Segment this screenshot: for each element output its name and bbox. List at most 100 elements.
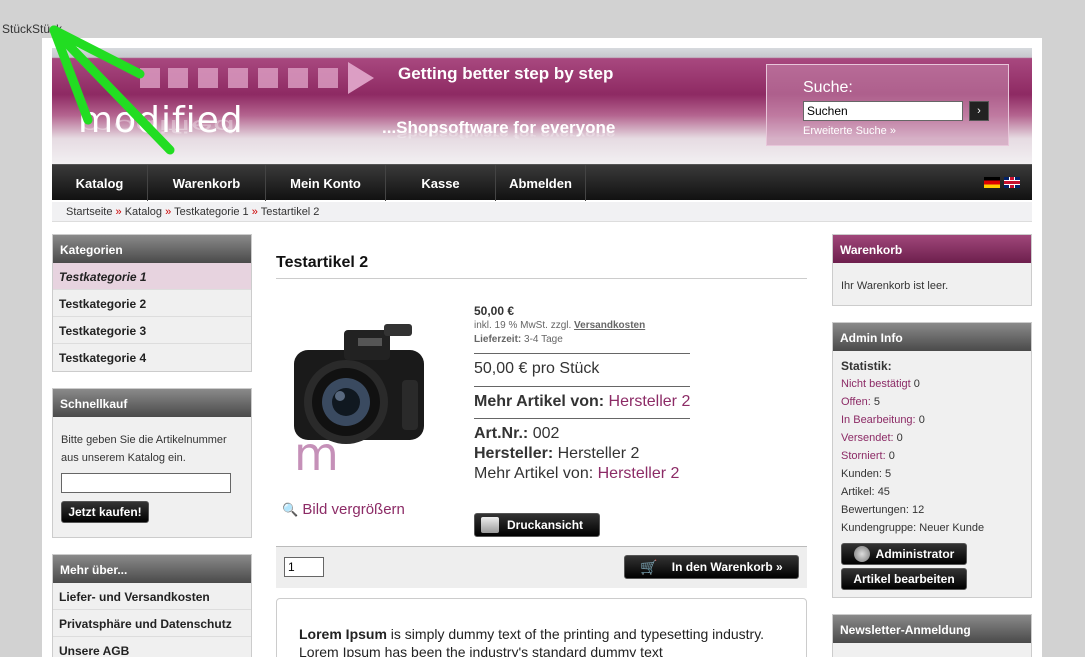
nav-warenkorb[interactable]: Warenkorb xyxy=(148,165,266,201)
category-item[interactable]: Testkategorie 3 xyxy=(53,317,251,344)
more-from-manufacturer: Mehr Artikel von: Hersteller 2 xyxy=(474,393,690,411)
nav-abmelden[interactable]: Abmelden xyxy=(496,165,586,201)
english-flag-icon[interactable] xyxy=(1004,177,1020,188)
stat-value: 5 xyxy=(885,468,892,480)
quantity-input[interactable] xyxy=(284,557,324,577)
german-flag-icon[interactable] xyxy=(984,177,1000,188)
admin-info-box: Admin Info Statistik: Nicht bestätigt 0 … xyxy=(832,322,1032,598)
print-icon xyxy=(481,517,499,533)
decor-square xyxy=(288,68,308,88)
stat-row: Kunden: 5 xyxy=(841,465,1023,483)
price-per-piece: 50,00 € pro Stück xyxy=(474,360,600,377)
quickbuy-box: Schnellkauf Bitte geben Sie die Artikeln… xyxy=(52,388,252,538)
advanced-search-link[interactable]: Erweiterte Suche » xyxy=(803,125,896,137)
search-box: Suche: › Erweiterte Suche » xyxy=(766,64,1009,146)
tax-info: inkl. 19 % MwSt. zzgl. Versandkosten xyxy=(474,320,645,331)
breadcrumb-category[interactable]: Testkategorie 1 xyxy=(174,206,249,218)
stat-row: Bewertungen: 12 xyxy=(841,501,1023,519)
breadcrumb-separator: » xyxy=(115,206,122,218)
product-title: Testartikel 2 xyxy=(276,254,369,271)
breadcrumb-catalog[interactable]: Katalog xyxy=(125,206,162,218)
stat-link[interactable]: Storniert: xyxy=(841,450,886,462)
manufacturer-info: Hersteller: Hersteller 2 xyxy=(474,445,639,463)
stat-row: Versendet: 0 xyxy=(841,429,1023,447)
manufacturer-name: Hersteller 2 xyxy=(557,445,640,462)
categories-box: Kategorien Testkategorie 1 Testkategorie… xyxy=(52,234,252,372)
article-number-input[interactable] xyxy=(61,473,231,493)
stat-link[interactable]: Offen: xyxy=(841,396,871,408)
breadcrumb-home[interactable]: Startseite xyxy=(66,206,112,218)
quickbuy-text: Bitte geben Sie die Artikelnummer aus un… xyxy=(61,434,227,464)
stat-value: 12 xyxy=(911,504,925,516)
nav-kasse[interactable]: Kasse xyxy=(386,165,496,201)
stat-row: Offen: 5 xyxy=(841,393,1023,411)
stat-row: Nicht bestätigt 0 xyxy=(841,375,1023,393)
administrator-button[interactable]: Administrator xyxy=(841,543,967,565)
more-label-2: Mehr Artikel von: xyxy=(474,465,594,482)
manufacturer-link-2[interactable]: Hersteller 2 xyxy=(598,465,680,482)
stat-value: 45 xyxy=(877,486,890,498)
category-item[interactable]: Testkategorie 2 xyxy=(53,290,251,317)
description-bold: Lorem Ipsum xyxy=(299,626,387,642)
article-number: Art.Nr.: 002 xyxy=(474,425,559,443)
info-link-privacy[interactable]: Privatsphäre und Datenschutz xyxy=(53,610,251,637)
categories-title: Kategorien xyxy=(53,235,251,263)
admin-info-title: Admin Info xyxy=(833,323,1031,351)
stat-link[interactable]: Nicht bestätigt xyxy=(841,378,911,390)
stat-value: 5 xyxy=(873,396,880,408)
breadcrumb-separator: » xyxy=(251,206,258,218)
product-description: Lorem Ipsum is simply dummy text of the … xyxy=(276,598,807,657)
more-from-manufacturer-2: Mehr Artikel von: Hersteller 2 xyxy=(474,465,679,483)
tagline-reflection: ...Shopsoftware for everyone xyxy=(382,128,616,140)
administrator-label: Administrator xyxy=(875,547,955,561)
quickbuy-title: Schnellkauf xyxy=(53,389,251,417)
cart-empty-text: Ihr Warenkorb ist leer. xyxy=(841,280,949,292)
stat-value: 0 xyxy=(896,432,903,444)
zoom-link[interactable]: 🔍 Bild vergrößern xyxy=(282,501,405,518)
stat-value: 0 xyxy=(918,414,925,426)
product-price: 50,00 € xyxy=(474,304,515,318)
add-to-cart-label: In den Warenkorb » xyxy=(671,560,783,574)
print-label: Druckansicht xyxy=(507,518,584,532)
nav-mein-konto[interactable]: Mein Konto xyxy=(266,165,386,201)
info-link-shipping[interactable]: Liefer- und Versandkosten xyxy=(53,583,251,610)
more-about-box: Mehr über... Liefer- und Versandkosten P… xyxy=(52,554,252,657)
admin-stats: Statistik: Nicht bestätigt 0 Offen: 5 In… xyxy=(833,351,1031,543)
stat-row: In Bearbeitung: 0 xyxy=(841,411,1023,429)
print-button[interactable]: Druckansicht xyxy=(474,513,600,537)
add-to-cart-button[interactable]: 🛒 In den Warenkorb » xyxy=(624,555,799,579)
edit-article-button[interactable]: Artikel bearbeiten xyxy=(841,568,967,590)
divider xyxy=(474,386,690,387)
shipping-cost-link[interactable]: Versandkosten xyxy=(574,320,645,331)
nav-katalog[interactable]: Katalog xyxy=(52,165,148,201)
add-to-cart-bar: 🛒 In den Warenkorb » xyxy=(276,546,807,588)
artnr-label: Art.Nr.: xyxy=(474,425,529,442)
category-item[interactable]: Testkategorie 4 xyxy=(53,344,251,371)
stat-label: Artikel: xyxy=(841,486,875,498)
newsletter-box: Newsletter-Anmeldung xyxy=(832,614,1032,657)
newsletter-title: Newsletter-Anmeldung xyxy=(833,615,1031,643)
stat-link[interactable]: In Bearbeitung: xyxy=(841,414,916,426)
info-link-terms[interactable]: Unsere AGB xyxy=(53,637,251,657)
search-submit-button[interactable]: › xyxy=(969,101,989,121)
stat-label: Bewertungen: xyxy=(841,504,909,516)
zoom-label: Bild vergrößern xyxy=(302,501,405,518)
decor-square xyxy=(228,68,248,88)
search-label: Suche: xyxy=(803,79,853,96)
product-image[interactable]: m xyxy=(284,320,444,480)
stats-label: Statistik: xyxy=(841,359,892,373)
stat-row: Storniert: 0 xyxy=(841,447,1023,465)
svg-text:m: m xyxy=(294,427,339,480)
stat-link[interactable]: Versendet: xyxy=(841,432,894,444)
search-input[interactable] xyxy=(803,101,963,121)
category-item[interactable]: Testkategorie 1 xyxy=(53,263,251,290)
breadcrumb: Startseite » Katalog » Testkategorie 1 »… xyxy=(52,202,1032,222)
stat-value: 0 xyxy=(913,378,920,390)
decor-square xyxy=(318,68,338,88)
manufacturer-label: Hersteller: xyxy=(474,445,554,462)
tagline-top: Getting better step by step xyxy=(398,64,614,83)
globe-icon xyxy=(853,546,870,562)
manufacturer-link[interactable]: Hersteller 2 xyxy=(609,393,691,410)
quickbuy-button[interactable]: Jetzt kaufen! xyxy=(61,501,149,523)
decor-square xyxy=(198,68,218,88)
